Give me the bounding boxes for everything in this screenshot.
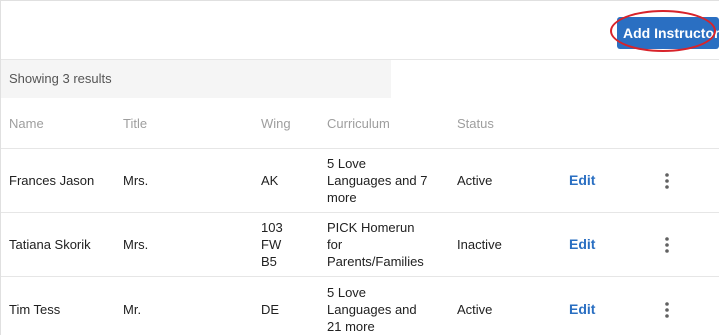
cell-status: Active (457, 148, 569, 213)
cell-wing: DE (261, 276, 327, 335)
instructors-table: Name Title Wing Curriculum Status France… (1, 98, 719, 335)
curriculum-line: Parents/Families (327, 254, 424, 269)
cell-more (661, 276, 719, 335)
cell-more (661, 148, 719, 213)
cell-curriculum: 5 Love Languages and 7 more (327, 148, 457, 213)
cell-more (661, 212, 719, 277)
table-header-row: Name Title Wing Curriculum Status (1, 98, 719, 149)
cell-title: Mr. (123, 276, 261, 335)
curriculum-line: PICK Homerun (327, 220, 415, 235)
cell-wing: AK (261, 148, 327, 213)
curriculum-line: 5 Love (327, 285, 367, 300)
cell-curriculum: 5 Love Languages and 21 more (327, 276, 457, 335)
column-header-curriculum[interactable]: Curriculum (327, 98, 457, 149)
cell-edit: Edit (569, 276, 661, 335)
curriculum-line: 5 Love (327, 156, 367, 171)
table-row: Frances Jason Mrs. AK 5 Love Languages a… (1, 148, 719, 213)
column-header-title[interactable]: Title (123, 98, 261, 149)
wing-line: DE (261, 302, 280, 317)
cell-status: Inactive (457, 212, 569, 277)
curriculum-line: 21 more (327, 319, 375, 334)
table-row: Tatiana Skorik Mrs. 103 FW B5 PICK Homer… (1, 212, 719, 277)
column-header-more (661, 98, 719, 149)
edit-link[interactable]: Edit (569, 236, 595, 252)
more-vertical-icon[interactable] (661, 301, 673, 319)
more-vertical-icon[interactable] (661, 236, 673, 254)
cell-status: Active (457, 276, 569, 335)
column-header-wing[interactable]: Wing (261, 98, 327, 149)
cell-name: Tim Tess (1, 276, 123, 335)
column-header-name[interactable]: Name (1, 98, 123, 149)
cell-title: Mrs. (123, 148, 261, 213)
column-header-status[interactable]: Status (457, 98, 569, 149)
add-instructor-button[interactable]: Add Instructor (617, 17, 719, 49)
curriculum-line: for (327, 237, 343, 252)
cell-edit: Edit (569, 212, 661, 277)
curriculum-line: Languages and (327, 302, 417, 317)
cell-wing: 103 FW B5 (261, 212, 327, 277)
wing-line: FW (261, 237, 282, 252)
cell-name: Tatiana Skorik (1, 212, 123, 277)
toolbar: Add Instructor (1, 1, 719, 60)
cell-curriculum: PICK Homerun for Parents/Families (327, 212, 457, 277)
curriculum-line: more (327, 190, 357, 205)
add-instructor-wrapper: Add Instructor (610, 9, 719, 55)
wing-line: 103 (261, 220, 283, 235)
results-bar: Showing 3 results (1, 60, 719, 98)
edit-link[interactable]: Edit (569, 172, 595, 188)
instructors-panel: Add Instructor Showing 3 results Name Ti… (0, 0, 719, 335)
column-header-edit (569, 98, 661, 149)
table-row: Tim Tess Mr. DE 5 Love Languages and 21 … (1, 276, 719, 335)
results-bar-blank (391, 60, 719, 98)
cell-title: Mrs. (123, 212, 261, 277)
results-count: Showing 3 results (9, 71, 112, 86)
cell-name: Frances Jason (1, 148, 123, 213)
wing-line: B5 (261, 254, 277, 269)
cell-edit: Edit (569, 148, 661, 213)
edit-link[interactable]: Edit (569, 301, 595, 317)
curriculum-line: Languages and 7 (327, 173, 428, 188)
more-vertical-icon[interactable] (661, 172, 673, 190)
wing-line: AK (261, 173, 279, 188)
